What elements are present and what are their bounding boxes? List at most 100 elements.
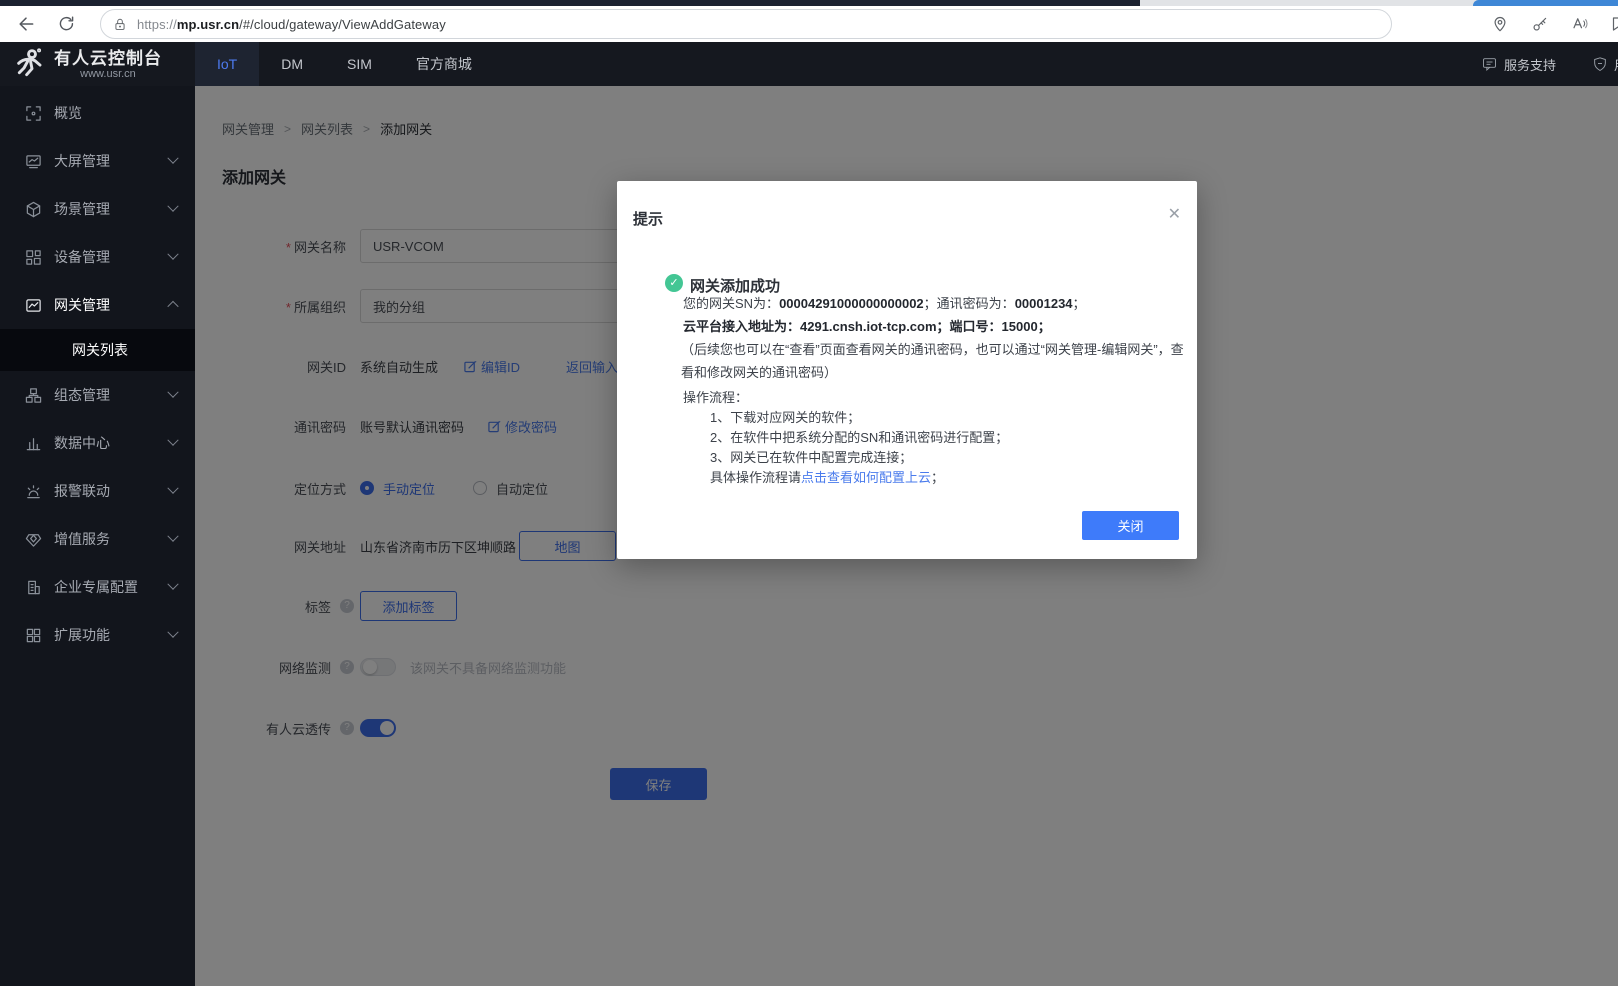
password-note: （后续您也可以在“查看”页面查看网关的通讯密码，也可以通过“网关管理-编辑网关”… bbox=[681, 338, 1189, 384]
sidebar-item-label: 大屏管理 bbox=[54, 151, 110, 171]
refresh-button[interactable] bbox=[52, 10, 80, 38]
tab-iot[interactable]: IoT bbox=[195, 42, 259, 86]
sidebar-subitem-label: 网关列表 bbox=[72, 340, 128, 360]
sidebar-item-label: 扩展功能 bbox=[54, 625, 110, 645]
platform-address-line: 云平台接入地址为：4291.cnsh.iot-tcp.com；端口号：15000… bbox=[683, 316, 1051, 335]
more-line: 具体操作流程请点击查看如何配置上云； bbox=[710, 467, 944, 486]
dialog-title: 提示 bbox=[633, 208, 663, 229]
sidebar-item-label: 企业专属配置 bbox=[54, 577, 138, 597]
chevron-up-icon bbox=[167, 301, 178, 312]
chevron-down-icon bbox=[167, 435, 178, 446]
scene-cube-icon bbox=[24, 200, 42, 218]
sidebar-item-label: 设备管理 bbox=[54, 247, 110, 267]
logo-subtitle: www.usr.cn bbox=[54, 68, 162, 80]
dialog-close-icon[interactable]: ✕ bbox=[1168, 207, 1181, 223]
sidebar-item-label: 网关管理 bbox=[54, 295, 110, 315]
location-pin-icon bbox=[1491, 15, 1509, 33]
refresh-icon bbox=[57, 15, 76, 34]
device-icon bbox=[24, 248, 42, 266]
browser-extra-icon bbox=[1609, 15, 1618, 33]
key-icon bbox=[1531, 15, 1549, 33]
sidebar-item-label: 报警联动 bbox=[54, 481, 110, 501]
sn-prefix: 您的网关SN为： bbox=[683, 296, 779, 311]
read-aloud-button[interactable] bbox=[1566, 10, 1594, 38]
chat-icon bbox=[1481, 56, 1498, 72]
sidebar-item-alarm-linkage[interactable]: 报警联动 bbox=[0, 467, 195, 515]
app-header: 有人云控制台 www.usr.cn IoT DM SIM 官方商城 服务支持 用… bbox=[0, 42, 1618, 86]
sidebar-item-extensions[interactable]: 扩展功能 bbox=[0, 611, 195, 659]
chevron-down-icon bbox=[167, 201, 178, 212]
usr-person-logo-icon bbox=[12, 46, 48, 82]
step-3: 3、网关已在软件中配置完成连接； bbox=[710, 447, 912, 466]
success-check-icon: ✓ bbox=[665, 274, 683, 292]
sidebar-item-label: 组态管理 bbox=[54, 385, 110, 405]
tab-sim[interactable]: SIM bbox=[325, 42, 394, 86]
bar-chart-icon bbox=[24, 434, 42, 452]
chevron-down-icon bbox=[167, 531, 178, 542]
tab-official-mall[interactable]: 官方商城 bbox=[394, 42, 494, 86]
sn-suffix: ； bbox=[1073, 296, 1086, 311]
logo-text: 有人云控制台 www.usr.cn bbox=[54, 49, 162, 80]
lock-icon bbox=[113, 17, 127, 32]
sn-mid: ；通讯密码为： bbox=[924, 296, 1015, 311]
shield-icon bbox=[1592, 56, 1608, 73]
sidebar-item-overview[interactable]: 概览 bbox=[0, 89, 195, 137]
url-prefix: https:// bbox=[137, 17, 177, 32]
service-support-label: 服务支持 bbox=[1504, 55, 1556, 74]
sidebar-item-enterprise-config[interactable]: 企业专属配置 bbox=[0, 563, 195, 611]
more-prefix: 具体操作流程请 bbox=[710, 470, 801, 485]
back-button[interactable] bbox=[12, 10, 40, 38]
sidebar-item-config-mgmt[interactable]: 组态管理 bbox=[0, 371, 195, 419]
user-center-button[interactable]: 用户 bbox=[1592, 55, 1618, 74]
logo[interactable]: 有人云控制台 www.usr.cn bbox=[12, 45, 195, 83]
chevron-down-icon bbox=[167, 483, 178, 494]
service-support-button[interactable]: 服务支持 bbox=[1481, 55, 1556, 74]
read-aloud-icon bbox=[1570, 15, 1590, 33]
chevron-down-icon bbox=[167, 579, 178, 590]
sidebar-item-gateway-list[interactable]: 网关列表 bbox=[0, 329, 195, 371]
tab-dm[interactable]: DM bbox=[259, 42, 325, 86]
chevron-down-icon bbox=[167, 153, 178, 164]
alarm-icon bbox=[24, 482, 42, 500]
sn-line: 您的网关SN为：00004291000000000002；通讯密码为：00001… bbox=[683, 293, 1086, 312]
url-path: /#/cloud/gateway/ViewAddGateway bbox=[239, 17, 446, 32]
sidebar-item-value-added[interactable]: 增值服务 bbox=[0, 515, 195, 563]
sidebar-item-device-mgmt[interactable]: 设备管理 bbox=[0, 233, 195, 281]
header-right: 服务支持 用户 bbox=[1437, 42, 1618, 86]
sidebar-item-label: 概览 bbox=[54, 103, 82, 123]
password-manager-button[interactable] bbox=[1526, 10, 1554, 38]
dialog-close-button[interactable]: 关闭 bbox=[1082, 511, 1179, 540]
app-window: https://mp.usr.cn/#/cloud/gateway/ViewAd… bbox=[0, 0, 1618, 986]
sidebar-item-scene-mgmt[interactable]: 场景管理 bbox=[0, 185, 195, 233]
gateway-icon bbox=[24, 296, 42, 314]
grid-icon bbox=[24, 626, 42, 644]
configuration-icon bbox=[24, 386, 42, 404]
more-suffix: ； bbox=[931, 470, 944, 485]
user-center-label: 用户 bbox=[1614, 55, 1618, 74]
step-2: 2、在软件中把系统分配的SN和通讯密码进行配置； bbox=[710, 427, 1008, 446]
sidebar-item-screen-mgmt[interactable]: 大屏管理 bbox=[0, 137, 195, 185]
success-dialog: 提示 ✕ ✓ 网关添加成功 您的网关SN为：000042910000000000… bbox=[617, 181, 1197, 559]
password-value: 00001234 bbox=[1015, 296, 1073, 311]
sn-value: 00004291000000000002 bbox=[779, 296, 924, 311]
url-text: https://mp.usr.cn/#/cloud/gateway/ViewAd… bbox=[137, 17, 446, 32]
sidebar-item-gateway-mgmt[interactable]: 网关管理 bbox=[0, 281, 195, 329]
chevron-down-icon bbox=[167, 627, 178, 638]
chevron-down-icon bbox=[167, 387, 178, 398]
browser-extra-button[interactable] bbox=[1604, 10, 1618, 38]
address-bar[interactable]: https://mp.usr.cn/#/cloud/gateway/ViewAd… bbox=[100, 9, 1392, 39]
overview-icon bbox=[24, 104, 42, 122]
logo-title: 有人云控制台 bbox=[54, 49, 162, 68]
config-guide-link[interactable]: 点击查看如何配置上云 bbox=[801, 470, 931, 485]
url-domain: mp.usr.cn bbox=[177, 17, 239, 32]
sidebar-item-label: 数据中心 bbox=[54, 433, 110, 453]
location-permission-button[interactable] bbox=[1486, 10, 1514, 38]
back-icon bbox=[16, 14, 36, 34]
chevron-down-icon bbox=[167, 249, 178, 260]
sidebar-item-label: 增值服务 bbox=[54, 529, 110, 549]
browser-toolbar: https://mp.usr.cn/#/cloud/gateway/ViewAd… bbox=[0, 6, 1618, 42]
sidebar-item-data-center[interactable]: 数据中心 bbox=[0, 419, 195, 467]
building-icon bbox=[24, 578, 42, 596]
sidebar-item-label: 场景管理 bbox=[54, 199, 110, 219]
steps-title: 操作流程： bbox=[683, 387, 748, 406]
